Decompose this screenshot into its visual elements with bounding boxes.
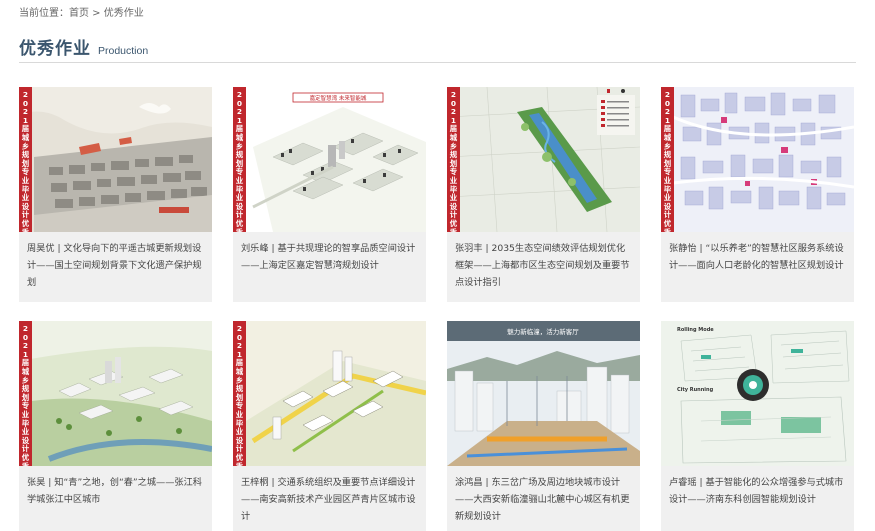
work-image-6 bbox=[233, 321, 426, 466]
award-ribbon-4: 2021届城乡规划专业毕业设计优秀作品 bbox=[661, 87, 674, 232]
work-thumbnail-1[interactable]: 2021届城乡规划专业毕业设计优秀作品 bbox=[19, 87, 212, 232]
section-heading: 优秀作业 Production bbox=[19, 34, 148, 60]
breadcrumb-separator: > bbox=[89, 8, 104, 19]
award-ribbon-6: 2021届城乡规划专业毕业设计优秀作品 bbox=[233, 321, 246, 466]
poster-banner-2: 嘉定智慧湾 未来智能城 bbox=[310, 94, 367, 102]
work-card-6[interactable]: 2021届城乡规划专业毕业设计优秀作品 王梓桐 | 交通系统组织及重要节点详细设… bbox=[233, 321, 426, 531]
section-subtitle: Production bbox=[98, 45, 149, 57]
work-caption-7[interactable]: 涂鸿昌 | 东三岔广场及周边地块城市设计——大西安新临潼骊山北麓中心城区有机更新… bbox=[447, 466, 640, 531]
work-image-7: 魅力新临潼，活力新客厅 bbox=[447, 321, 640, 466]
award-ribbon-2: 2021届城乡规划专业毕业设计优秀作品 bbox=[233, 87, 246, 232]
work-card-2[interactable]: 嘉定智慧湾 未来智能城 2021届城乡规划专业毕业设计优秀作品 刘乐峰 | 基于… bbox=[233, 87, 426, 302]
award-ribbon-1: 2021届城乡规划专业毕业设计优秀作品 bbox=[19, 87, 32, 232]
work-thumbnail-2[interactable]: 嘉定智慧湾 未来智能城 2021届城乡规划专业毕业设计优秀作品 bbox=[233, 87, 426, 232]
work-caption-6[interactable]: 王梓桐 | 交通系统组织及重要节点详细设计——南安高新技术产业园区芦青片区城市设… bbox=[233, 466, 426, 531]
work-thumbnail-4[interactable]: 2021届城乡规划专业毕业设计优秀作品 bbox=[661, 87, 854, 232]
work-image-4 bbox=[661, 87, 854, 232]
breadcrumb-prefix: 当前位置： bbox=[19, 8, 69, 19]
work-thumbnail-7[interactable]: 魅力新临潼，活力新客厅 bbox=[447, 321, 640, 466]
work-card-5[interactable]: 2021届城乡规划专业毕业设计优秀作品 张昊 | 知“青”之地，创“春”之城——… bbox=[19, 321, 212, 531]
award-ribbon-3: 2021届城乡规划专业毕业设计优秀作品 bbox=[447, 87, 460, 232]
work-caption-8[interactable]: 卢睿瑶 | 基于智能化的公众增强参与式城市设计——济南东科创园智能规划设计 bbox=[661, 466, 854, 531]
work-caption-3[interactable]: 张羽丰 | 2035生态空间绩效评估规划优化框架——上海都市区生态空间规划及重要… bbox=[447, 232, 640, 302]
work-image-8: Rolling Mode City Running bbox=[661, 321, 854, 466]
work-image-1 bbox=[19, 87, 212, 232]
poster-label-rolling-mode: Rolling Mode bbox=[677, 327, 714, 333]
work-card-8[interactable]: Rolling Mode City Running 卢睿瑶 | 基于智能化的公众… bbox=[661, 321, 854, 531]
work-thumbnail-5[interactable]: 2021届城乡规划专业毕业设计优秀作品 bbox=[19, 321, 212, 466]
work-card-7[interactable]: 魅力新临潼，活力新客厅 涂鸿昌 | 东三岔广场及周边地块城市设计——大西安新临潼… bbox=[447, 321, 640, 531]
award-ribbon-5: 2021届城乡规划专业毕业设计优秀作品 bbox=[19, 321, 32, 466]
heading-divider bbox=[19, 62, 856, 63]
breadcrumb: 当前位置：首页 > 优秀作业 bbox=[19, 4, 144, 19]
work-caption-5[interactable]: 张昊 | 知“青”之地，创“春”之城——张江科学城张江中区城市 bbox=[19, 466, 212, 531]
work-image-3 bbox=[447, 87, 640, 232]
work-thumbnail-6[interactable]: 2021届城乡规划专业毕业设计优秀作品 bbox=[233, 321, 426, 466]
work-card-4[interactable]: 2021届城乡规划专业毕业设计优秀作品 张静怡 | “以乐养老”的智慧社区服务系… bbox=[661, 87, 854, 302]
poster-banner-7: 魅力新临潼，活力新客厅 bbox=[507, 327, 579, 336]
work-card-3[interactable]: 2021届城乡规划专业毕业设计优秀作品 张羽丰 | 2035生态空间绩效评估规划… bbox=[447, 87, 640, 302]
work-image-5 bbox=[19, 321, 212, 466]
work-thumbnail-3[interactable]: 2021届城乡规划专业毕业设计优秀作品 bbox=[447, 87, 640, 232]
poster-label-city-running: City Running bbox=[677, 387, 714, 393]
work-caption-1[interactable]: 周昊优 | 文化导向下的平遥古城更新规划设计——国土空间规划背景下文化遗产保护规… bbox=[19, 232, 212, 302]
work-thumbnail-8[interactable]: Rolling Mode City Running bbox=[661, 321, 854, 466]
work-caption-4[interactable]: 张静怡 | “以乐养老”的智慧社区服务系统设计——面向人口老龄化的智慧社区规划设… bbox=[661, 232, 854, 302]
work-caption-2[interactable]: 刘乐峰 | 基于共现理论的智享品质空间设计——上海定区嘉定智慧湾规划设计 bbox=[233, 232, 426, 302]
breadcrumb-home-link[interactable]: 首页 bbox=[69, 8, 89, 19]
breadcrumb-current: 优秀作业 bbox=[103, 8, 144, 19]
work-card-1[interactable]: 2021届城乡规划专业毕业设计优秀作品 周昊优 | 文化导向下的平遥古城更新规划… bbox=[19, 87, 212, 302]
section-title: 优秀作业 bbox=[19, 39, 91, 59]
work-image-2: 嘉定智慧湾 未来智能城 bbox=[233, 87, 426, 232]
